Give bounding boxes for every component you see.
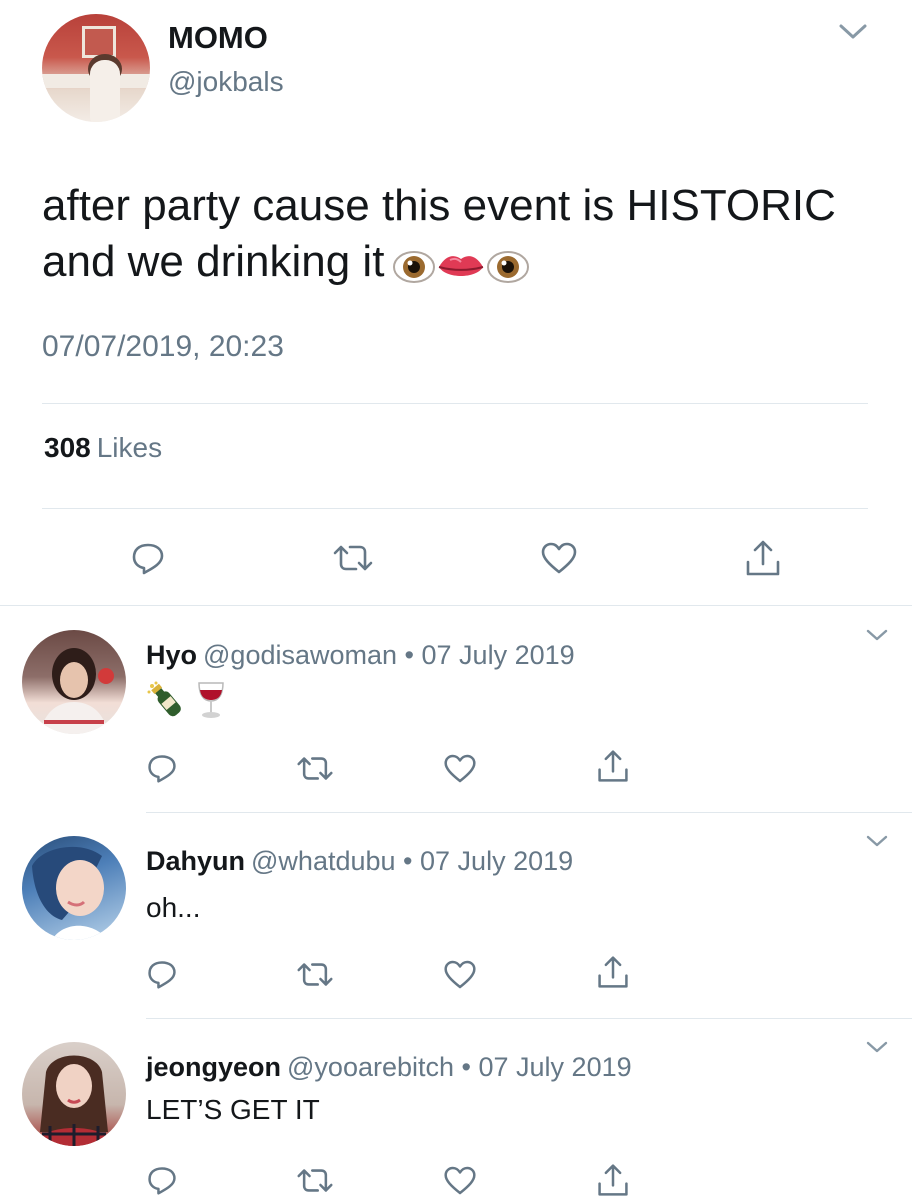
- divider: [0, 605, 912, 606]
- share-icon: [598, 750, 628, 782]
- reply-separator: •: [403, 846, 413, 876]
- reply-icon: [132, 543, 164, 575]
- share-button[interactable]: [596, 748, 630, 784]
- like-button[interactable]: [443, 753, 477, 784]
- reply-author-handle[interactable]: @yooarebitch: [287, 1052, 454, 1082]
- reply-button[interactable]: [146, 1164, 178, 1196]
- champagne-emoji: [147, 681, 181, 717]
- like-button[interactable]: [540, 541, 578, 575]
- chevron-down-icon[interactable]: [866, 1040, 888, 1060]
- retweet-icon: [297, 963, 333, 986]
- author-name[interactable]: MOMO: [168, 20, 268, 56]
- chevron-down-icon[interactable]: [866, 834, 888, 854]
- heart-icon: [444, 754, 476, 783]
- tweet-detail-page: MOMO @jokbals after party cause this eve…: [0, 0, 912, 1200]
- share-icon: [598, 1164, 628, 1196]
- reply-separator: •: [404, 640, 414, 670]
- reply-emojis: [146, 680, 228, 727]
- reply-author-name[interactable]: jeongyeon: [146, 1052, 281, 1082]
- reply-date: 07 July 2019: [420, 846, 574, 876]
- reply-button[interactable]: [146, 958, 178, 990]
- eyes-emoji: [393, 250, 436, 283]
- tweet-text-container: after party cause this event is HISTORIC…: [42, 178, 882, 292]
- reply-button[interactable]: [130, 540, 166, 576]
- divider: [42, 508, 868, 509]
- reply-text: oh...: [146, 892, 201, 923]
- heart-icon: [541, 542, 577, 574]
- avatar[interactable]: [22, 1042, 126, 1146]
- reply-author-handle[interactable]: @godisawoman: [203, 640, 397, 670]
- reply-header: Hyo @godisawoman • 07 July 2019: [146, 640, 575, 671]
- reply-text: LET’S GET IT: [146, 1094, 320, 1125]
- share-button[interactable]: [596, 1162, 630, 1198]
- chevron-down-icon[interactable]: [838, 22, 868, 42]
- divider: [42, 403, 868, 404]
- lips-emoji: [439, 255, 484, 276]
- like-button[interactable]: [443, 1165, 477, 1196]
- share-button[interactable]: [744, 538, 782, 578]
- divider: [146, 1018, 912, 1019]
- avatar[interactable]: [42, 14, 150, 122]
- reply-date: 07 July 2019: [478, 1052, 632, 1082]
- reply-header: jeongyeon @yooarebitch • 07 July 2019: [146, 1052, 632, 1083]
- share-button[interactable]: [596, 954, 630, 990]
- author-handle[interactable]: @jokbals: [168, 66, 284, 98]
- eyes-emoji: [487, 250, 530, 283]
- reply-separator: •: [461, 1052, 471, 1082]
- reply-button[interactable]: [146, 752, 178, 784]
- retweet-button[interactable]: [296, 960, 334, 989]
- retweet-button[interactable]: [332, 542, 374, 574]
- reply-icon: [148, 961, 176, 989]
- reply-icon: [148, 755, 176, 783]
- reply-date: 07 July 2019: [421, 640, 575, 670]
- likes-count: 308: [44, 432, 91, 463]
- share-icon: [598, 956, 628, 988]
- reply-author-name[interactable]: Hyo: [146, 640, 197, 670]
- tweet-timestamp: 07/07/2019, 20:23: [42, 330, 284, 363]
- reply-header: Dahyun @whatdubu • 07 July 2019: [146, 846, 573, 877]
- reply-author-name[interactable]: Dahyun: [146, 846, 245, 876]
- chevron-down-icon[interactable]: [866, 628, 888, 648]
- divider: [146, 812, 912, 813]
- retweet-icon: [297, 1169, 333, 1192]
- avatar[interactable]: [22, 836, 126, 940]
- reply-icon: [148, 1167, 176, 1195]
- heart-icon: [444, 1166, 476, 1195]
- retweet-icon: [333, 545, 373, 571]
- retweet-button[interactable]: [296, 1166, 334, 1195]
- share-icon: [746, 540, 780, 576]
- likes-label: Likes: [96, 432, 163, 463]
- heart-icon: [444, 960, 476, 989]
- retweet-icon: [297, 757, 333, 780]
- likes-summary[interactable]: 308 Likes: [44, 432, 162, 464]
- like-button[interactable]: [443, 959, 477, 990]
- wine-glass-emoji: [198, 682, 224, 718]
- avatar[interactable]: [22, 630, 126, 734]
- emoji-group: [392, 236, 530, 292]
- reply-author-handle[interactable]: @whatdubu: [251, 846, 396, 876]
- retweet-button[interactable]: [296, 754, 334, 783]
